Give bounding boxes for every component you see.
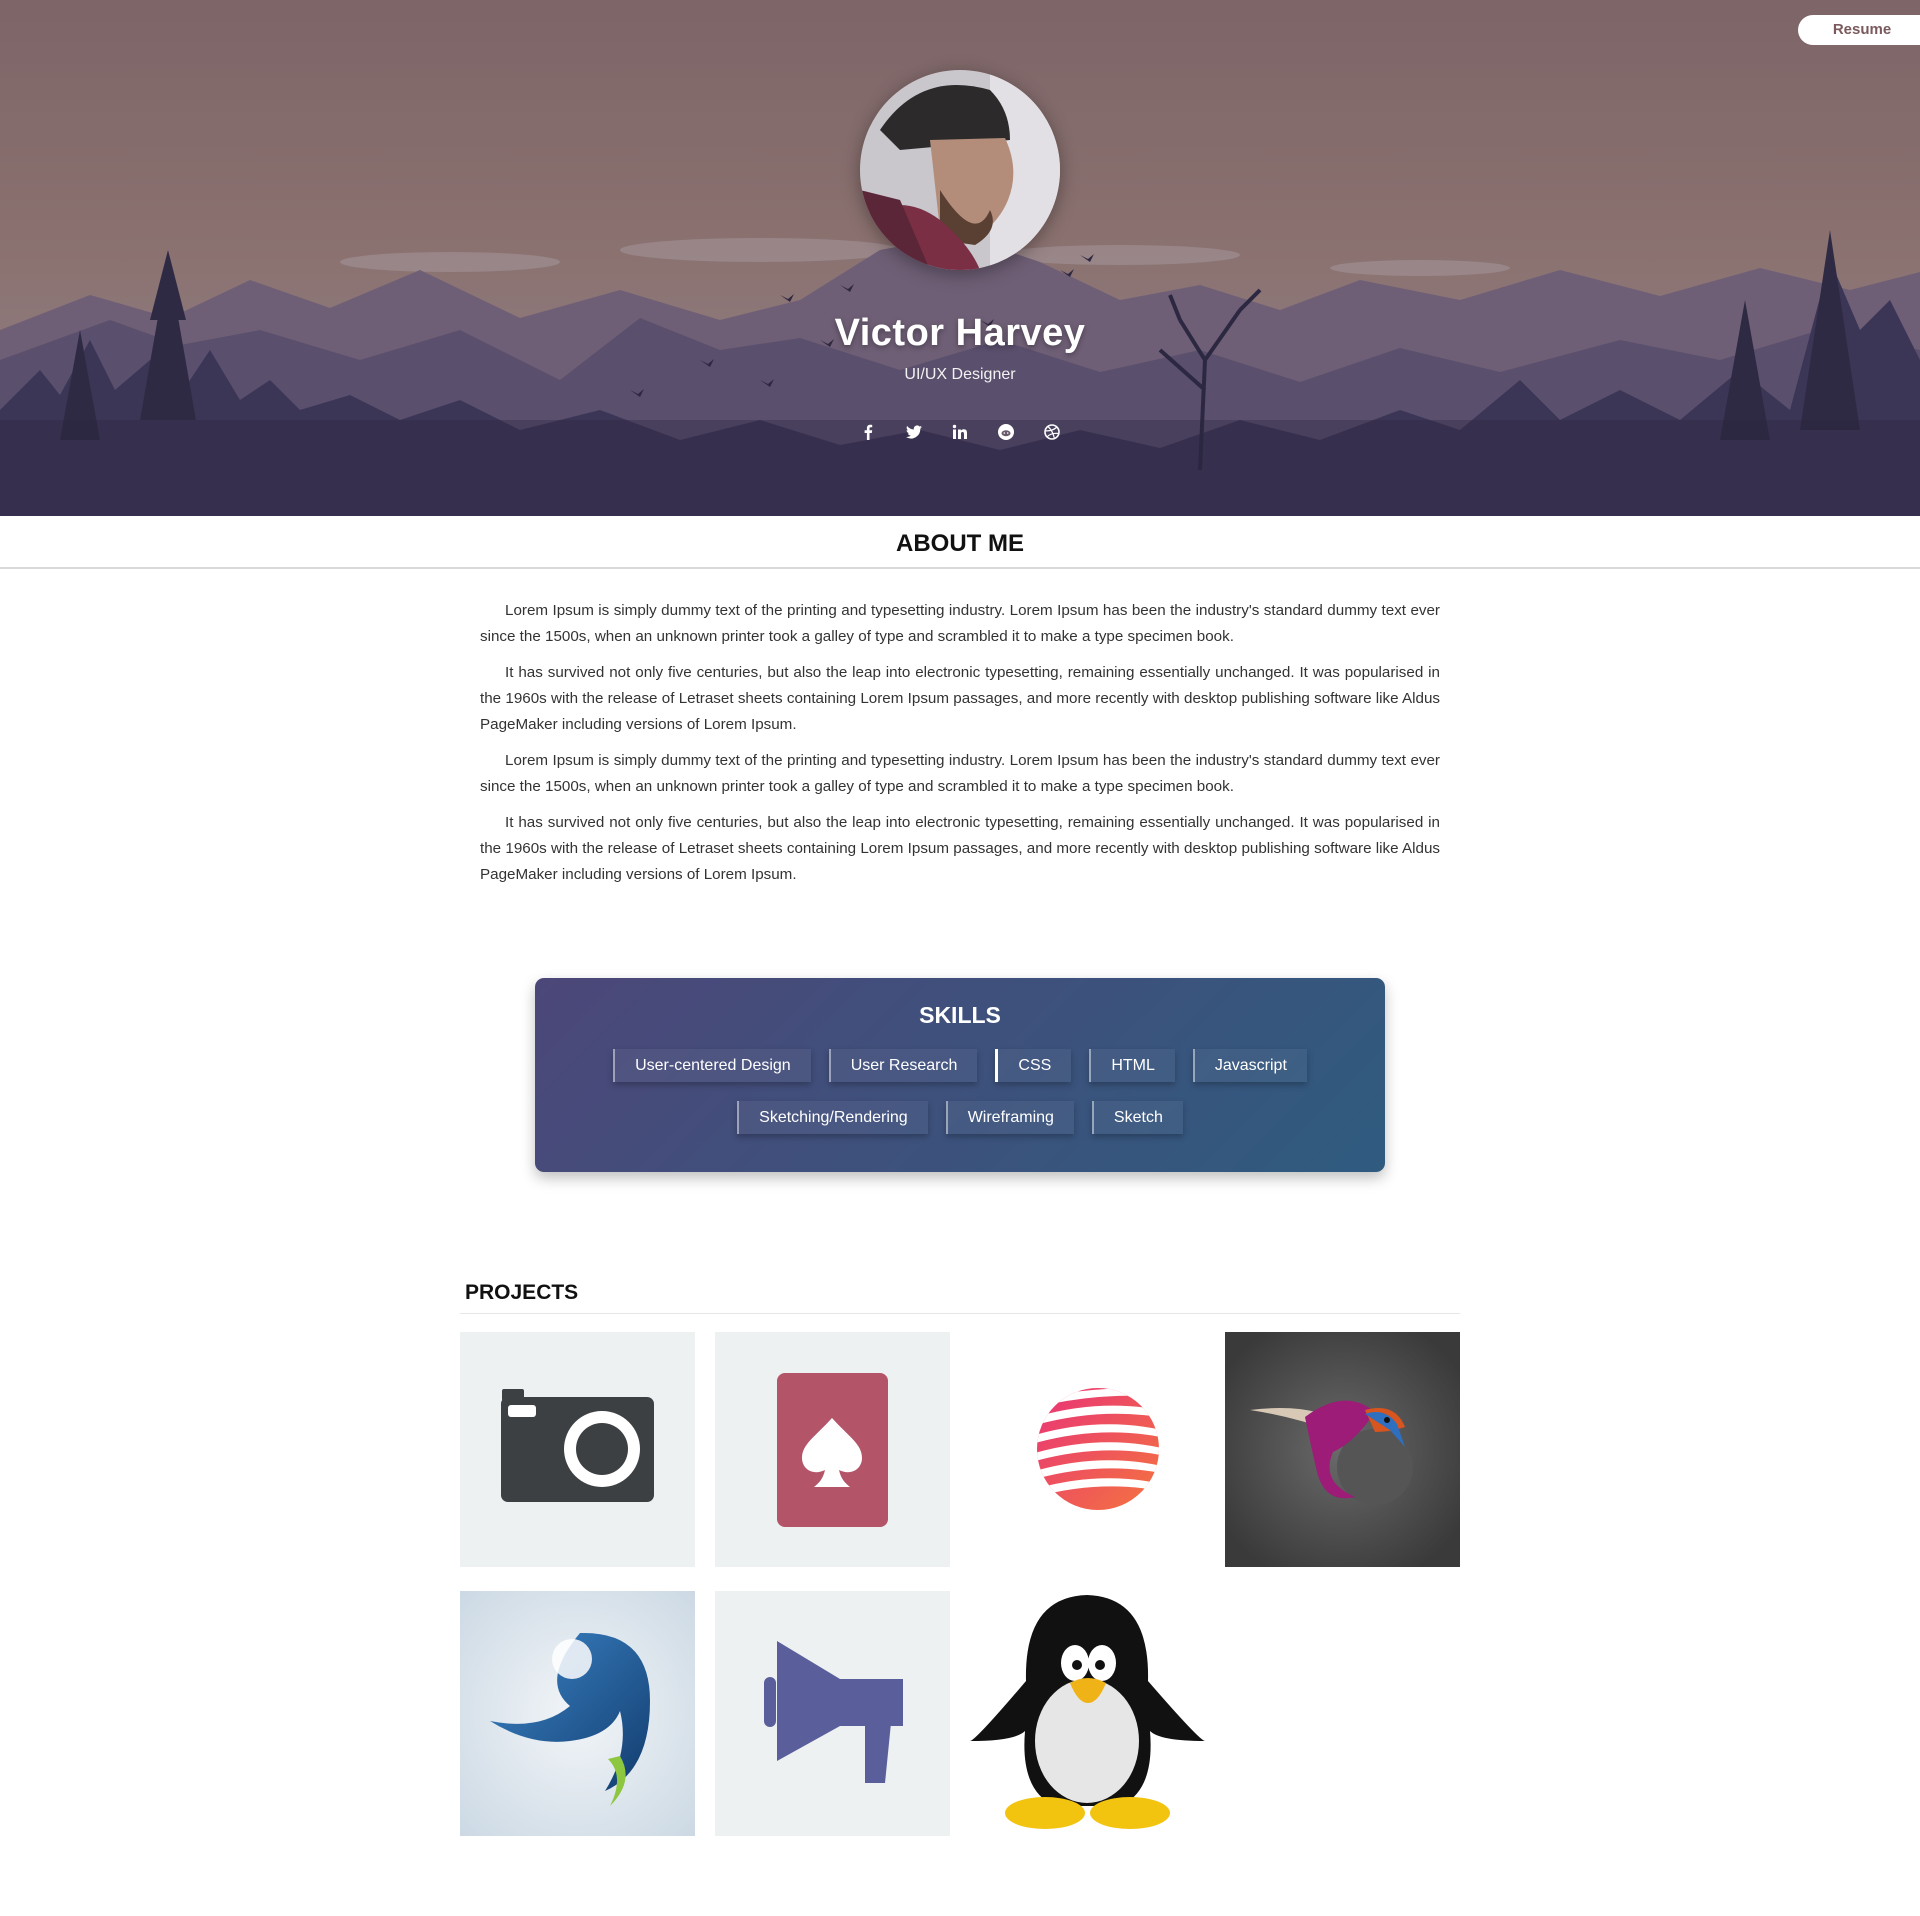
project-tile-penguin[interactable] [970,1591,1205,1836]
skill-chip[interactable]: Sketch [1091,1101,1183,1134]
skill-chip[interactable]: HTML [1089,1049,1175,1082]
project-tile-sphere[interactable] [970,1332,1205,1567]
skills-row: Sketching/Rendering Wireframing Sketch [535,1101,1385,1134]
linkedin-icon[interactable] [946,418,974,446]
twitter-icon[interactable] [900,418,928,446]
skills-row: User-centered Design User Research CSS H… [535,1049,1385,1082]
skill-chip[interactable]: User-centered Design [613,1049,811,1082]
blue-bird-logo [460,1591,695,1836]
profile-role: UI/UX Designer [904,366,1016,383]
social-links [0,418,1920,446]
hummingbird-logo [1225,1332,1460,1567]
project-tile-camera[interactable] [460,1332,695,1567]
about-paragraph: It has survived not only five centuries,… [480,814,1440,883]
facebook-icon[interactable] [854,418,882,446]
project-tile-megaphone[interactable] [715,1591,950,1836]
skill-chip[interactable]: Javascript [1192,1049,1307,1082]
skill-chip[interactable]: Sketching/Rendering [737,1101,928,1134]
skill-chip[interactable]: Wireframing [945,1101,1074,1134]
striped-sphere-logo [970,1332,1205,1567]
profile-name: Victor Harvey [834,312,1086,354]
skill-chip[interactable]: User Research [828,1049,978,1082]
about-heading: ABOUT ME [0,516,1920,569]
penguin-logo [970,1591,1205,1836]
about-paragraph: Lorem Ipsum is simply dummy text of the … [480,752,1440,795]
spade-card-icon [715,1332,950,1567]
skills-card: SKILLS User-centered Design User Researc… [535,978,1385,1172]
dribbble-icon[interactable] [1038,418,1066,446]
skill-chip[interactable]: CSS [995,1049,1072,1082]
project-tile-hummingbird[interactable] [1225,1332,1460,1567]
about-paragraph: It has survived not only five centuries,… [480,664,1440,733]
skills-heading: SKILLS [919,1002,1001,1028]
projects-heading: PROJECTS [460,1272,1460,1314]
reddit-icon[interactable] [992,418,1020,446]
project-tile-spade[interactable] [715,1332,950,1567]
project-tile-blue-bird[interactable] [460,1591,695,1836]
profile-avatar [860,70,1060,270]
megaphone-icon [715,1591,950,1836]
resume-button[interactable]: Resume [1798,15,1920,45]
camera-icon [460,1332,695,1567]
about-text: Lorem Ipsum is simply dummy text of the … [480,598,1440,898]
hero-banner: Resume Victor Harvey UI/UX Designer [0,0,1920,516]
about-paragraph: Lorem Ipsum is simply dummy text of the … [480,602,1440,645]
